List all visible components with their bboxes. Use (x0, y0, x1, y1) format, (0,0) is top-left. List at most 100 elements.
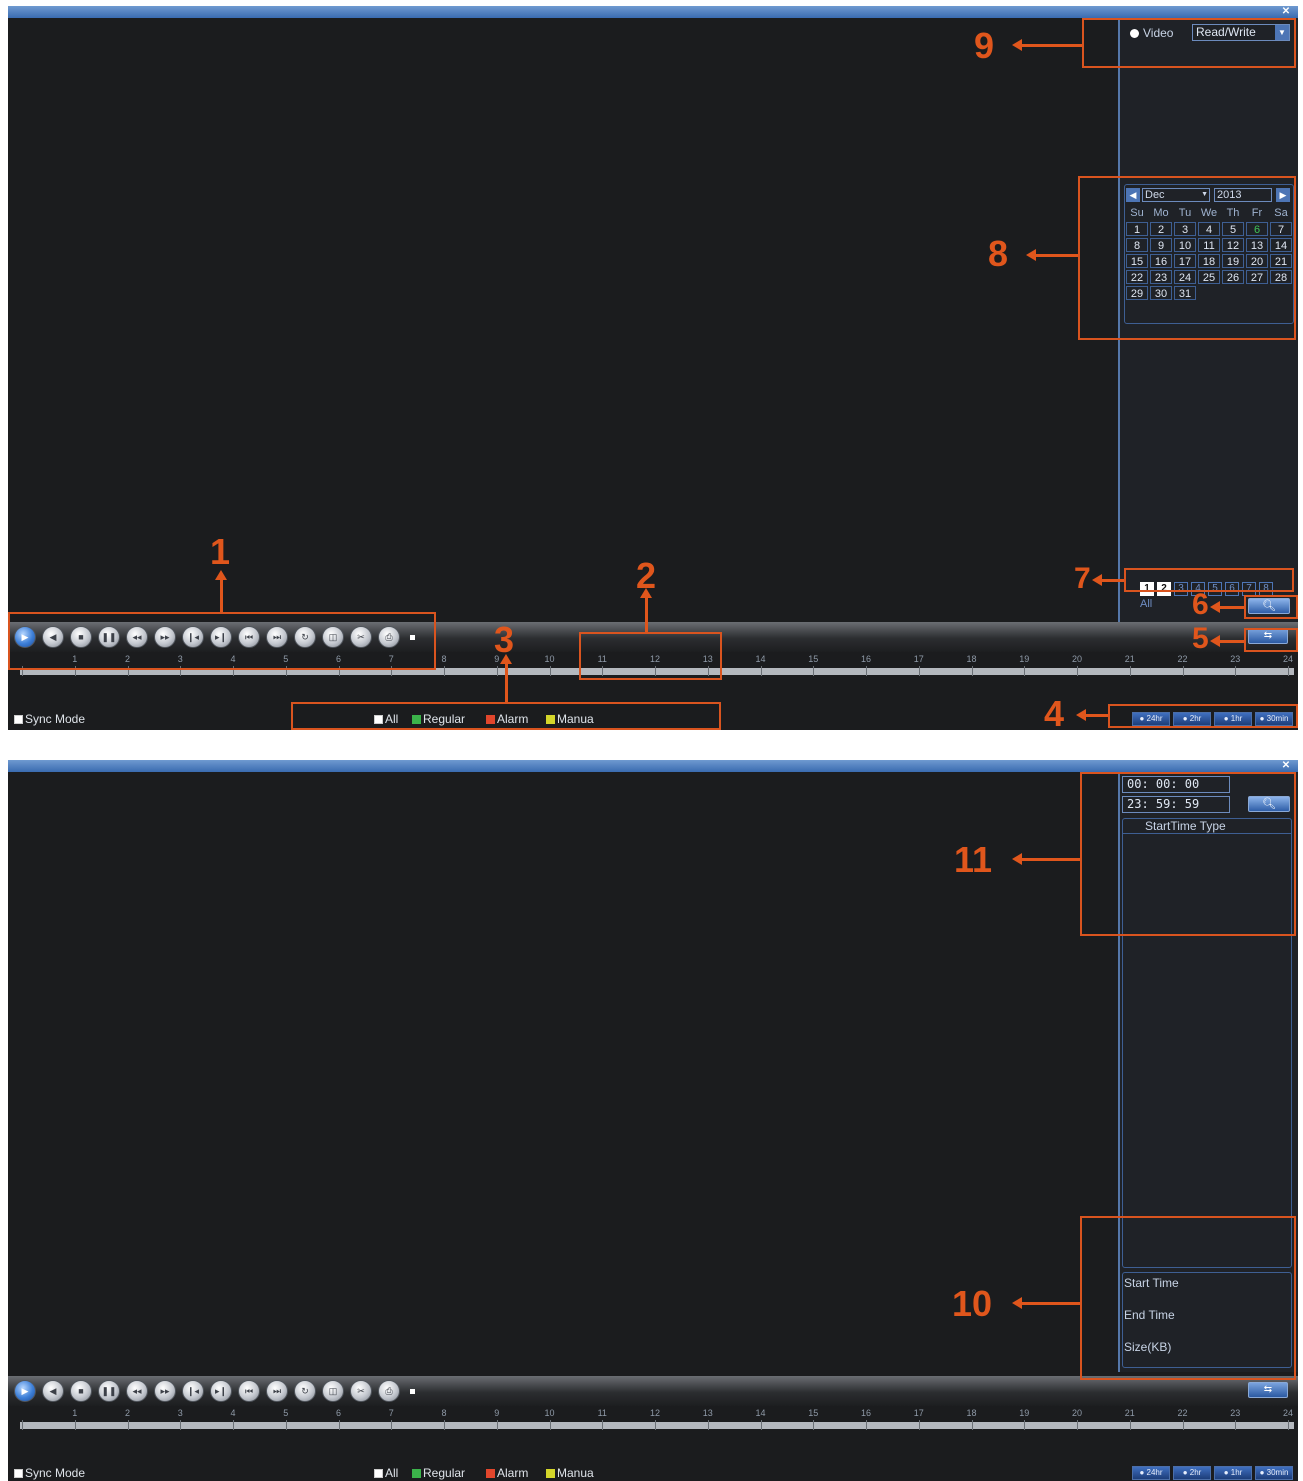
timeline-tick (1288, 666, 1289, 676)
all-channels-label[interactable]: All (1140, 598, 1152, 610)
timeline-tick (22, 1420, 23, 1430)
timeline-hour-label: 4 (230, 1408, 236, 1418)
callout-arrow-11 (1012, 853, 1080, 865)
timeline-hour-label: 12 (649, 1408, 661, 1418)
timeline-hour-label: 16 (860, 654, 872, 664)
timeline-tick (707, 1420, 709, 1430)
checkbox-icon[interactable] (486, 1469, 495, 1478)
timeline-tick (1024, 1420, 1026, 1430)
timeline-tick (602, 1420, 604, 1430)
annotation-number-10: 10 (952, 1283, 993, 1324)
timeline-hour-label: 19 (1019, 1408, 1030, 1418)
clip-icon[interactable]: ✂ (350, 1380, 372, 1402)
play-icon[interactable]: ▶ (14, 1380, 36, 1402)
playback-screen-calendar: ✕ Video Read/Write ▼ ◀ Dec ▼ 2013 ▶ Su M… (8, 6, 1298, 730)
callout-box-10 (1080, 1216, 1296, 1380)
timeline-tick (496, 666, 498, 676)
timeline-tick (549, 666, 551, 676)
checkbox-icon[interactable] (412, 1469, 421, 1478)
callout-box-7 (1124, 568, 1294, 592)
previous-file-icon[interactable]: ⏮ (238, 1380, 260, 1402)
checkbox-icon[interactable] (546, 1469, 555, 1478)
timeline-hour-label: 15 (808, 1408, 819, 1418)
title-bar: ✕ (8, 6, 1298, 18)
filter-manual-checkbox[interactable]: Manua (546, 1466, 594, 1480)
callout-arrow-9 (1012, 39, 1082, 51)
next-frame-icon[interactable]: ▸❙ (210, 1380, 232, 1402)
annotation-number-11: 11 (954, 839, 993, 880)
timeline-tick (1077, 1420, 1078, 1430)
timeline-hour-label: 22 (1177, 654, 1188, 664)
backup-icon[interactable]: ⎙ (378, 1380, 400, 1402)
callout-box-8 (1078, 176, 1296, 340)
checkbox-icon[interactable] (14, 1469, 23, 1478)
video-display (8, 772, 1118, 1372)
timeline-tick (1129, 666, 1131, 676)
fullscreen-icon[interactable]: ◫ (322, 1380, 344, 1402)
timeline-hour-label: 20 (1071, 1408, 1083, 1418)
callout-box-3 (291, 702, 721, 730)
previous-frame-icon[interactable]: ❙◂ (182, 1380, 204, 1402)
callout-box-11 (1080, 772, 1296, 936)
annotation-number-8: 8 (988, 233, 1009, 274)
timeline-hour-label: 20 (1071, 654, 1083, 664)
timeline-hour-label: 2 (124, 1408, 131, 1418)
timeline-tick (74, 1420, 76, 1430)
callout-box-4 (1108, 704, 1298, 728)
timeline-hour-label: 21 (1124, 654, 1135, 664)
sync-refresh-button[interactable]: ⇆ (1248, 1382, 1288, 1398)
timeline-hour-label: 14 (755, 654, 766, 664)
timeline-tick (813, 666, 815, 676)
pause-icon[interactable]: ❚❚ (98, 1380, 120, 1402)
timeline-hour-label: 10 (544, 654, 555, 664)
callout-arrow-1 (215, 570, 227, 612)
timeline-hour-label: 15 (808, 654, 819, 664)
timeline-hour-label: 6 (335, 1408, 342, 1418)
callout-arrow-5 (1210, 635, 1244, 647)
reverse-play-icon[interactable]: ◀ (42, 1380, 64, 1402)
timeline-hour-label: 18 (966, 1408, 977, 1418)
sync-mode-checkbox-label: Sync Mode (25, 1466, 86, 1480)
checkbox-icon[interactable] (374, 1469, 383, 1478)
sync-mode-checkbox[interactable]: Sync Mode (14, 1466, 85, 1480)
close-icon[interactable]: ✕ (1280, 6, 1292, 18)
filter-all-checkbox[interactable]: All (374, 1466, 398, 1480)
timeline-hour-label: 17 (913, 654, 924, 664)
timeline-bar[interactable] (20, 1422, 1294, 1429)
timeline-hour-label: 10 (544, 1408, 555, 1418)
filter-regular-checkbox-label: Regular (423, 1466, 466, 1480)
filter-alarm-checkbox[interactable]: Alarm (486, 1466, 528, 1480)
timeline-hour-label: 22 (1177, 1408, 1188, 1418)
timeline-tick (233, 1420, 234, 1430)
checkbox-icon[interactable] (14, 715, 23, 724)
callout-arrow-6 (1210, 601, 1244, 613)
fast-forward-icon[interactable]: ▸▸ (154, 1380, 176, 1402)
timeline[interactable]: 1 2 3 4 5 6 7 8 9 10 11 12 13 14 15 16 17 18 19 20 21 22 23 24 (8, 1408, 1298, 1436)
slow-icon[interactable]: ◂◂ (126, 1380, 148, 1402)
zoom-2hr-button[interactable]: ● 2hr (1173, 1466, 1211, 1480)
zoom-24hr-button[interactable]: ● 24hr (1132, 1466, 1170, 1480)
timeline-tick (866, 666, 867, 676)
callout-arrow-2 (640, 588, 652, 632)
close-icon[interactable]: ✕ (1280, 760, 1292, 772)
annotation-number-2: 2 (636, 555, 657, 596)
annotation-number-5: 5 (1192, 622, 1209, 655)
sync-mode-checkbox[interactable]: Sync Mode (14, 712, 85, 726)
callout-arrow-10 (1012, 1297, 1080, 1309)
zoom-1hr-button[interactable]: ● 1hr (1214, 1466, 1252, 1480)
timeline-hour-label: 7 (388, 1408, 394, 1418)
stop-icon[interactable]: ■ (70, 1380, 92, 1402)
zoom-30min-button[interactable]: ● 30min (1255, 1466, 1293, 1480)
callout-box-6 (1244, 595, 1298, 619)
filter-regular-checkbox[interactable]: Regular (412, 1466, 465, 1480)
filter-alarm-checkbox-label: Alarm (497, 1466, 529, 1480)
timeline-hour-label: 21 (1124, 1408, 1135, 1418)
timeline-tick (180, 1420, 182, 1430)
timeline-tick (391, 1420, 393, 1430)
next-file-icon[interactable]: ⏭ (266, 1380, 288, 1402)
timeline-tick (444, 666, 445, 676)
timeline-tick (127, 1420, 129, 1430)
timeline-hour-label: 5 (283, 1408, 289, 1418)
filter-all-checkbox-label: All (385, 1466, 399, 1480)
loop-icon[interactable]: ↻ (294, 1380, 316, 1402)
